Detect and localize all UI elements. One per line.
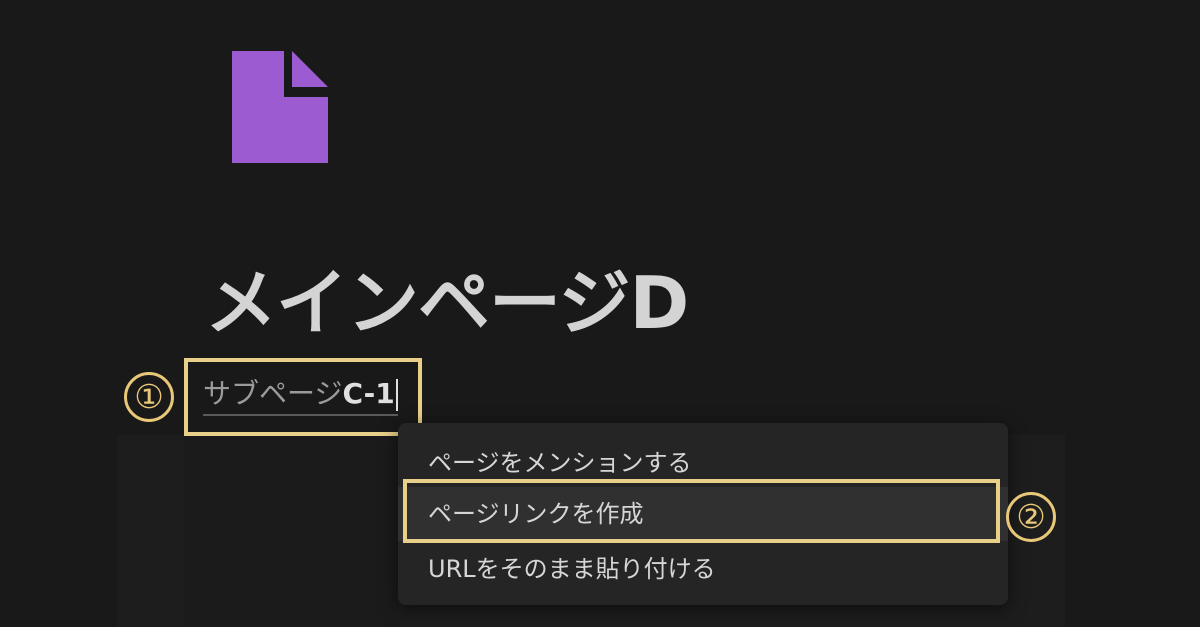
page-title[interactable]: メインページD [205, 262, 689, 344]
highlight-box-input [184, 358, 422, 436]
editor-block-inner [184, 435, 399, 627]
menu-item-paste-url[interactable]: URLをそのまま貼り付ける [398, 542, 1008, 596]
step-2-marker: ② [1006, 492, 1056, 542]
step-1-marker: ① [124, 372, 174, 422]
highlight-box-option [403, 479, 1000, 543]
document-icon[interactable] [232, 51, 328, 163]
page-canvas: メインページD ① サブページC-1 ページをメンションする ページリンクを作成… [0, 0, 1200, 627]
